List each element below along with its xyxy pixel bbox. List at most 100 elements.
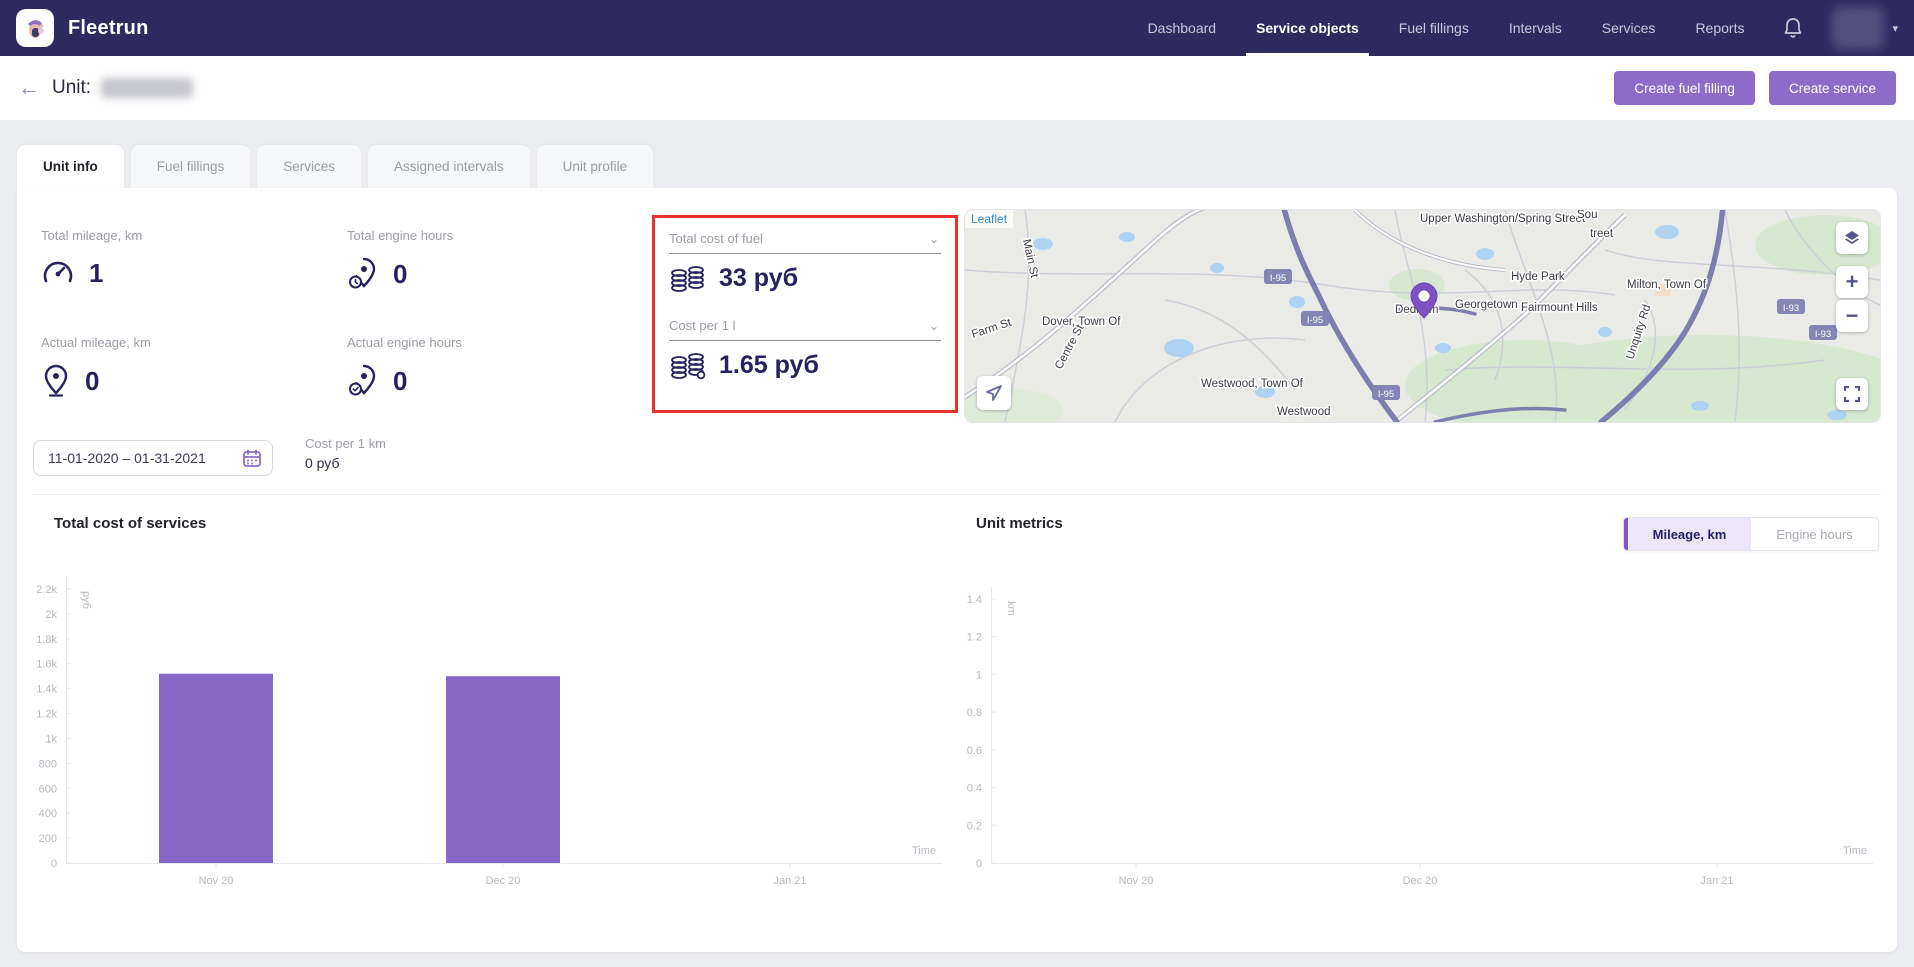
svg-text:I-93: I-93	[1783, 303, 1799, 314]
app-logo-icon[interactable]	[16, 9, 54, 47]
tab-services[interactable]: Services	[257, 145, 361, 188]
svg-text:руб: руб	[80, 591, 92, 609]
calendar-icon	[242, 448, 262, 468]
svg-text:I-95: I-95	[1270, 273, 1286, 284]
speedometer-icon	[41, 257, 75, 289]
stat-total-engine-hours: Total engine hours 0	[347, 228, 627, 291]
stat-actual-mileage: Actual mileage, km 0	[41, 335, 321, 398]
nav-intervals[interactable]: Intervals	[1489, 0, 1582, 56]
cost-per-litre-select[interactable]: Cost per 1 l ⌄	[669, 317, 941, 341]
chevron-down-icon: ⌄	[929, 319, 939, 333]
total-cost-of-fuel-select[interactable]: Total cost of fuel ⌄	[669, 230, 941, 254]
svg-text:1.8k: 1.8k	[36, 634, 57, 646]
avatar	[1832, 7, 1884, 49]
svg-text:km: km	[1005, 601, 1017, 616]
user-menu[interactable]: ▾	[1822, 0, 1898, 56]
svg-text:Dec 20: Dec 20	[486, 875, 521, 887]
cost-per-km-value: 0 руб	[305, 455, 386, 471]
layers-control[interactable]	[1836, 222, 1868, 254]
unit-header: ← Unit: Create fuel filling Create servi…	[0, 56, 1914, 120]
create-service-button[interactable]: Create service	[1769, 71, 1896, 105]
zoom-in-button[interactable]: +	[1836, 266, 1868, 298]
bell-icon	[1782, 16, 1804, 40]
nav-dashboard[interactable]: Dashboard	[1128, 0, 1237, 56]
svg-text:200: 200	[39, 833, 57, 845]
chevron-down-icon: ▾	[1892, 22, 1898, 35]
svg-text:0.4: 0.4	[967, 783, 982, 795]
svg-text:I-95: I-95	[1307, 315, 1323, 326]
stat-label: Actual engine hours	[347, 335, 627, 350]
coins-icon	[669, 265, 707, 293]
nav-service-objects[interactable]: Service objects	[1236, 0, 1379, 56]
svg-text:Hyde Park: Hyde Park	[1511, 271, 1565, 283]
svg-text:0: 0	[51, 858, 57, 870]
coins-unit-icon	[669, 352, 707, 380]
zoom-out-button[interactable]: −	[1836, 300, 1868, 332]
fullscreen-button[interactable]	[1836, 378, 1868, 410]
svg-text:1k: 1k	[45, 733, 57, 745]
tab-assigned-intervals[interactable]: Assigned intervals	[368, 145, 530, 188]
toggle-engine-hours[interactable]: Engine hours	[1751, 518, 1878, 550]
stat-label: Total engine hours	[347, 228, 627, 243]
tab-unit-info[interactable]: Unit info	[17, 145, 124, 188]
page: Fleetrun Dashboard Service objects Fuel …	[0, 0, 1914, 967]
notifications-button[interactable]	[1764, 0, 1822, 56]
svg-text:Jan 21: Jan 21	[1700, 875, 1733, 887]
unit-tabs: Unit info Fuel fillings Services Assigne…	[17, 145, 653, 188]
create-fuel-filling-button[interactable]: Create fuel filling	[1614, 71, 1755, 105]
nav-services[interactable]: Services	[1582, 0, 1676, 56]
stat-value: 1	[89, 258, 103, 289]
toggle-mileage[interactable]: Mileage, km	[1624, 518, 1751, 550]
date-range-input[interactable]: 11-01-2020 – 01-31-2021	[33, 440, 273, 476]
locate-button[interactable]	[977, 376, 1011, 410]
metrics-chart: 00.20.40.60.811.21.4Nov 20Dec 20Jan 21Ti…	[961, 560, 1891, 895]
stat-value: 0	[393, 259, 407, 290]
stat-total-mileage: Total mileage, km 1	[41, 228, 321, 289]
svg-text:0: 0	[976, 858, 982, 870]
tab-fuel-fillings[interactable]: Fuel fillings	[131, 145, 251, 188]
svg-text:Milton, Town Of: Milton, Town Of	[1627, 279, 1707, 291]
svg-text:600: 600	[39, 783, 57, 795]
stat-label: Total mileage, km	[41, 228, 321, 243]
page-title: Unit:	[52, 77, 91, 99]
tab-unit-profile[interactable]: Unit profile	[537, 145, 654, 188]
svg-text:Nov 20: Nov 20	[1119, 875, 1154, 887]
svg-text:0.6: 0.6	[967, 745, 982, 757]
divider	[33, 494, 1881, 495]
services-bar-chart: 02004006008001k1.2k1.4k1.6k1.8k2k2.2kNov…	[30, 560, 960, 895]
pin-check-icon	[347, 364, 379, 398]
svg-text:1.4: 1.4	[967, 594, 982, 606]
services-chart-title: Total cost of services	[54, 515, 206, 532]
nav-reports[interactable]: Reports	[1675, 0, 1764, 56]
svg-text:400: 400	[39, 808, 57, 820]
back-button[interactable]: ←	[18, 75, 40, 101]
svg-text:1.2: 1.2	[967, 632, 982, 644]
fuel-cost-panel: Total cost of fuel ⌄ 33 руб Cost per 1 l…	[652, 215, 958, 413]
svg-text:treet: treet	[1590, 228, 1614, 240]
svg-text:I-95: I-95	[1378, 389, 1394, 400]
cost-per-km-label: Cost per 1 km	[305, 436, 386, 451]
unit-info-panel: Total mileage, km 1 Total engine hours	[17, 188, 1897, 952]
app-title: Fleetrun	[68, 17, 149, 40]
svg-text:Westwood: Westwood	[1277, 406, 1330, 418]
select-label: Cost per 1 l	[669, 318, 735, 333]
unit-name-blurred	[101, 78, 193, 98]
leaflet-map[interactable]: I-95I-95I-95I-93I-93 Upper Washington/Sp…	[965, 210, 1880, 422]
svg-text:0.8: 0.8	[967, 707, 982, 719]
svg-text:Fairmount Hills: Fairmount Hills	[1521, 302, 1598, 314]
nav-fuel-fillings[interactable]: Fuel fillings	[1379, 0, 1489, 56]
svg-text:Jan 21: Jan 21	[773, 875, 806, 887]
main-nav: Dashboard Service objects Fuel fillings …	[1128, 0, 1898, 56]
metric-toggle: Mileage, km Engine hours	[1623, 517, 1879, 551]
navigation-arrow-icon	[985, 384, 1003, 402]
leaflet-attribution[interactable]: Leaflet	[965, 210, 1013, 228]
chevron-down-icon: ⌄	[929, 232, 939, 246]
pin-clock-icon	[347, 257, 379, 291]
svg-text:1.4k: 1.4k	[36, 684, 57, 696]
pin-icon	[41, 364, 71, 398]
stat-value: 0	[85, 366, 99, 397]
svg-text:Dec 20: Dec 20	[1403, 875, 1438, 887]
svg-text:Nov 20: Nov 20	[199, 875, 234, 887]
svg-text:Upper Washington/Spring Street: Upper Washington/Spring Street	[1420, 213, 1586, 225]
svg-text:1.6k: 1.6k	[36, 659, 57, 671]
